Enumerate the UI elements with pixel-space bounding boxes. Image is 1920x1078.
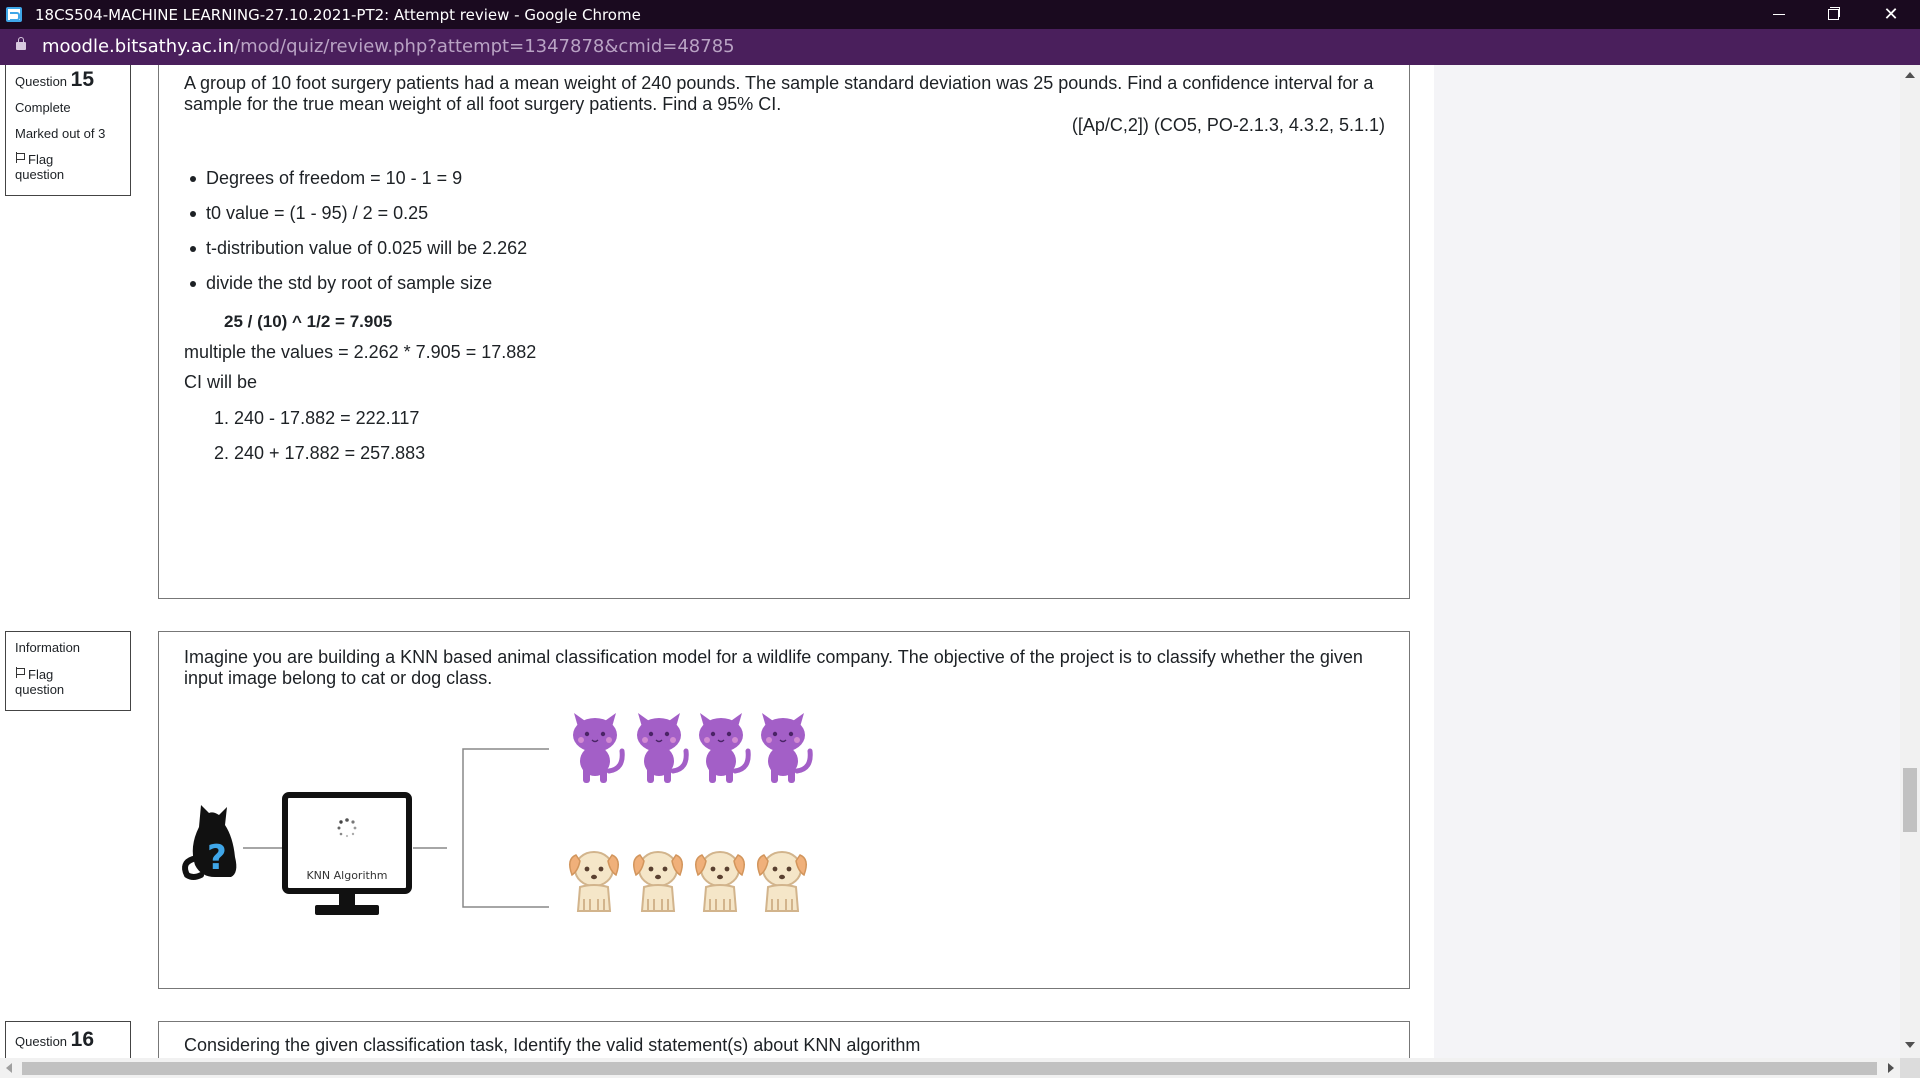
question-status: Complete (15, 100, 71, 115)
answer-ci-list: 1. 240 - 17.882 = 222.117 2. 240 + 17.88… (214, 408, 425, 478)
list-item: t0 value = (1 - 95) / 2 = 0.25 (184, 203, 527, 238)
cat-icon (761, 713, 810, 783)
url-host: moodle.bitsathy.ac.in (42, 36, 235, 57)
restore-icon[interactable] (1810, 0, 1856, 29)
monitor-icon: KNN Algorithm (282, 792, 412, 915)
question-number-value: 15 (70, 68, 95, 91)
answer-bullets: Degrees of freedom = 10 - 1 = 9 t0 value… (184, 168, 527, 308)
scroll-down-icon[interactable] (1905, 1042, 1915, 1048)
dog-icon (694, 851, 746, 912)
flag-question-link[interactable]: Flag question (15, 667, 121, 697)
scroll-right-icon[interactable] (1888, 1063, 1894, 1073)
right-panel (1434, 65, 1900, 1058)
information-info: Information Flag question (5, 631, 131, 711)
information-label: Information (15, 640, 81, 655)
dog-icon (756, 851, 808, 912)
question-number: Question 15 (15, 68, 121, 92)
flag-icon (15, 667, 25, 678)
vertical-scrollbar[interactable] (1900, 65, 1920, 1058)
question-mark: ? (207, 838, 227, 878)
close-icon[interactable]: ✕ (1868, 0, 1914, 29)
question-text: Considering the given classification tas… (184, 1035, 921, 1055)
information-content: Imagine you are building a KNN based ani… (158, 631, 1410, 989)
minimize-icon[interactable] (1755, 0, 1801, 29)
question-content-15: A group of 10 foot surgery patients had … (158, 65, 1410, 599)
question-label: Question (15, 74, 68, 89)
list-item: 1. 240 - 17.882 = 222.117 (214, 408, 420, 428)
list-item: t-distribution value of 0.025 will be 2.… (184, 238, 527, 273)
title-bar: 18CS504-MACHINE LEARNING-27.10.2021-PT2:… (0, 0, 1920, 29)
flag-icon (15, 152, 25, 163)
flag-label-2: question (15, 167, 65, 182)
scrollbar-thumb[interactable] (22, 1062, 1877, 1075)
cat-icon (699, 713, 748, 783)
horizontal-scrollbar[interactable] (0, 1058, 1920, 1078)
information-text: Imagine you are building a KNN based ani… (184, 647, 1363, 688)
question-reference: ([Ap/C,2]) (CO5, PO-2.1.3, 4.3.2, 5.1.1) (1071, 115, 1385, 135)
answer-formula: 25 / (10) ^ 1/2 = 7.905 (224, 312, 393, 331)
lock-icon[interactable] (16, 37, 26, 50)
flag-label: Flag (28, 152, 54, 167)
flag-label: Flag (28, 667, 54, 682)
knn-diagram: ? KNN Algorithm (182, 707, 829, 915)
unknown-animal-icon: ? (182, 805, 237, 880)
dog-icon (568, 851, 620, 912)
flag-question-link[interactable]: Flag question (15, 152, 121, 182)
window-title: 18CS504-MACHINE LEARNING-27.10.2021-PT2:… (35, 6, 641, 24)
list-item: divide the std by root of sample size (184, 273, 527, 308)
url-path: /mod/quiz/review.php?attempt=1347878&cmi… (234, 36, 735, 57)
cat-icon (637, 713, 686, 783)
monitor-label: KNN Algorithm (306, 869, 387, 882)
cat-icon (573, 713, 622, 783)
scrollbar-thumb[interactable] (1903, 768, 1917, 832)
address-bar[interactable]: moodle.bitsathy.ac.in/mod/quiz/review.ph… (0, 29, 1920, 65)
page-content: Question 15 Complete Marked out of 3 Fla… (0, 65, 1900, 1058)
flag-label-2: question (15, 682, 65, 697)
scroll-up-icon[interactable] (1905, 72, 1915, 78)
question-content-16: Considering the given classification tas… (158, 1021, 1410, 1058)
answer-ci-label: CI will be (184, 372, 258, 392)
scroll-left-icon[interactable] (6, 1063, 12, 1073)
question-marks: Marked out of 3 (15, 126, 106, 141)
question-info-16: Question 16 (5, 1021, 131, 1058)
answer-multiply: multiple the values = 2.262 * 7.905 = 17… (184, 342, 537, 362)
app-icon (6, 7, 22, 22)
question-label: Question (15, 1034, 68, 1049)
question-number: Question 16 (15, 1028, 121, 1052)
question-number-value: 16 (70, 1028, 95, 1051)
list-item: 2. 240 + 17.882 = 257.883 (214, 443, 426, 463)
question-info-15: Question 15 Complete Marked out of 3 Fla… (5, 65, 131, 196)
list-item: Degrees of freedom = 10 - 1 = 9 (184, 168, 527, 203)
dog-icon (632, 851, 684, 912)
question-text: A group of 10 foot surgery patients had … (184, 73, 1374, 114)
url-text[interactable]: moodle.bitsathy.ac.in/mod/quiz/review.ph… (42, 36, 735, 57)
scrollbar-corner (1900, 1058, 1920, 1078)
